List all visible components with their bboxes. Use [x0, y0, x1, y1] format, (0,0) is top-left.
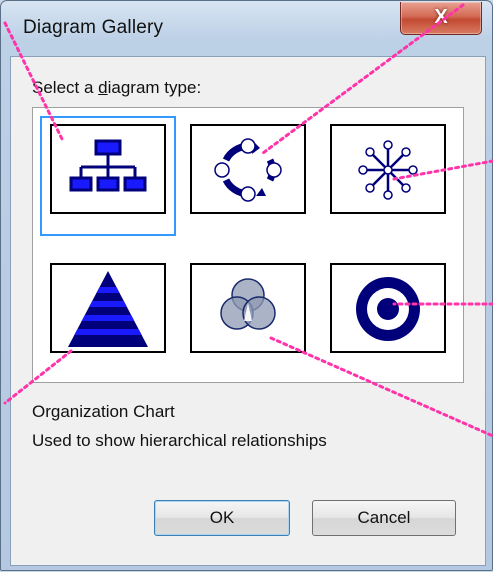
gallery-item-organization-chart[interactable]: [50, 124, 166, 214]
organization-chart-icon: [69, 139, 147, 192]
gallery-item-target[interactable]: [330, 263, 446, 353]
gallery-item-venn[interactable]: [190, 263, 306, 353]
label-suffix: iagram type:: [107, 78, 202, 97]
label-prefix: Select a: [32, 78, 99, 97]
selected-diagram-description: Used to show hierarchical relationships: [32, 431, 327, 450]
gallery-item-cycle[interactable]: [190, 124, 306, 214]
diagram-gallery-panel: [32, 107, 464, 383]
target-diagram-icon: [356, 277, 420, 341]
pyramid-diagram-icon: [68, 271, 148, 347]
close-icon: X: [434, 6, 448, 28]
venn-diagram-icon: [220, 278, 276, 330]
gallery-item-radial[interactable]: [330, 124, 446, 214]
diagram-type-label: Select a diagram type:: [32, 78, 201, 98]
radial-diagram-icon: [358, 140, 418, 200]
ok-button[interactable]: OK: [154, 500, 290, 536]
gallery-item-pyramid[interactable]: [50, 263, 166, 353]
label-accelerator: d: [98, 78, 108, 97]
dialog-client-area: Select a diagram type: Organization Char…: [10, 56, 486, 566]
close-button[interactable]: X: [400, 2, 482, 35]
cancel-button[interactable]: Cancel: [312, 500, 456, 536]
selected-diagram-name: Organization Chart: [32, 402, 175, 421]
cycle-diagram-icon: [214, 138, 282, 202]
dialog-window: Diagram Gallery X Select a diagram type:: [0, 0, 493, 571]
window-title: Diagram Gallery: [23, 17, 164, 38]
